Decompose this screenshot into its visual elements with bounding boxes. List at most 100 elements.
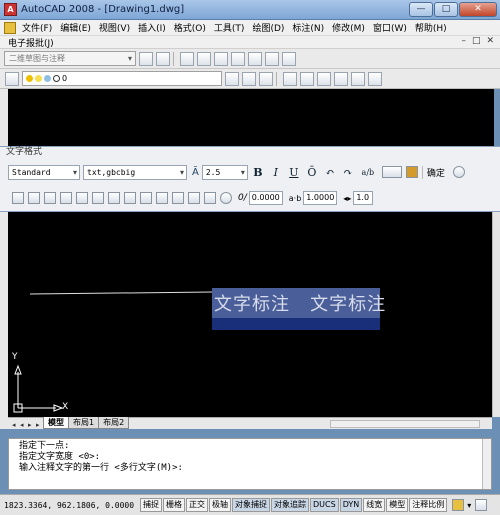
lock-icon[interactable] xyxy=(452,499,465,511)
open-icon[interactable] xyxy=(197,51,211,66)
workspace-save-icon[interactable] xyxy=(156,51,170,66)
line-spacing-icon[interactable] xyxy=(140,192,152,204)
horizontal-scrollbar[interactable] xyxy=(330,420,480,428)
annotative-icon[interactable]: Ā xyxy=(192,167,199,178)
drawing-area-upper[interactable] xyxy=(8,89,494,146)
command-scrollbar[interactable] xyxy=(482,439,491,489)
numbering-icon[interactable] xyxy=(156,192,168,204)
text-color-select[interactable] xyxy=(381,166,402,178)
menu-modify[interactable]: 修改(M) xyxy=(332,21,365,34)
align-right-icon[interactable] xyxy=(92,192,104,204)
layer-previous-icon[interactable] xyxy=(225,71,239,86)
close-button[interactable]: ✕ xyxy=(459,2,497,17)
stack-button[interactable]: a/b xyxy=(358,168,378,177)
workspace-settings-icon[interactable] xyxy=(139,51,153,66)
sheet-set-icon[interactable] xyxy=(334,71,348,86)
properties-icon[interactable] xyxy=(283,71,297,86)
design-center-icon[interactable] xyxy=(300,71,314,86)
insert-field-icon[interactable] xyxy=(172,192,184,204)
document-icon[interactable] xyxy=(4,21,16,34)
layer-manager-icon[interactable] xyxy=(5,71,19,86)
menu-format[interactable]: 格式(O) xyxy=(174,21,206,34)
menu-draw[interactable]: 绘图(D) xyxy=(252,21,284,34)
ortho-toggle[interactable]: 正交 xyxy=(186,498,208,512)
grid-toggle[interactable]: 栅格 xyxy=(163,498,185,512)
paragraph-icon[interactable] xyxy=(44,192,56,204)
overline-button[interactable]: Ō xyxy=(304,166,320,179)
save-icon[interactable] xyxy=(214,51,228,66)
ruler-icon[interactable] xyxy=(405,166,418,178)
tab-model[interactable]: 模型 xyxy=(43,417,69,429)
otrack-toggle[interactable]: 对象追踪 xyxy=(271,498,309,512)
tab-nav-next-icon[interactable]: ▸ xyxy=(28,421,36,429)
lowercase-icon[interactable] xyxy=(204,192,216,204)
underline-button[interactable]: U xyxy=(286,166,302,179)
annotation-text[interactable]: 文字标注 文字标注 xyxy=(214,290,386,316)
dyn-toggle[interactable]: DYN xyxy=(339,498,363,512)
font-select[interactable]: txt,gbcbig xyxy=(83,164,187,180)
tab-nav-prev-icon[interactable]: ◂ xyxy=(20,421,28,429)
undo-button[interactable]: ↶ xyxy=(322,166,338,179)
italic-button[interactable]: I xyxy=(268,166,284,179)
menu-insert[interactable]: 插入(I) xyxy=(138,21,166,34)
lineweight-toggle[interactable]: 线宽 xyxy=(363,498,386,512)
menu-file[interactable]: 文件(F) xyxy=(22,21,52,34)
doc-close-button[interactable]: ✕ xyxy=(486,36,494,46)
clean-screen-icon[interactable] xyxy=(475,499,488,511)
width-factor-field[interactable]: 1.0 xyxy=(353,191,374,205)
options-icon[interactable] xyxy=(452,166,465,178)
tracking-field[interactable]: 1.0000 xyxy=(303,191,338,205)
markup-icon[interactable] xyxy=(351,71,365,86)
oblique-angle-field[interactable]: 0.0000 xyxy=(248,191,283,205)
polar-toggle[interactable]: 极轴 xyxy=(209,498,231,512)
tab-layout1[interactable]: 布局1 xyxy=(68,417,100,429)
command-line[interactable]: 指定下一点: 指定文字宽度 <0>: 输入注释文字的第一行 <多行文字(M)>: xyxy=(8,438,492,490)
columns-icon[interactable] xyxy=(12,192,24,204)
layer-select[interactable]: 0 xyxy=(22,71,222,86)
tab-layout2[interactable]: 布局2 xyxy=(98,417,130,429)
tab-nav-first-icon[interactable]: ◂ xyxy=(12,421,20,429)
drawing-area[interactable]: 文字标注 文字标注 Y X xyxy=(8,212,492,417)
copy-icon[interactable] xyxy=(231,51,245,66)
uppercase-icon[interactable] xyxy=(188,192,200,204)
calculator-icon[interactable] xyxy=(368,71,382,86)
layer-isolate-icon[interactable] xyxy=(259,71,273,86)
model-toggle[interactable]: 模型 xyxy=(386,498,409,512)
coordinates-readout[interactable]: 1823.3364, 962.1806, 0.0000 xyxy=(4,501,140,510)
align-center-icon[interactable] xyxy=(76,192,88,204)
osnap-toggle[interactable]: 对象捕捉 xyxy=(232,498,270,512)
table-icon[interactable] xyxy=(248,51,262,66)
doc-minimize-button[interactable]: – xyxy=(461,36,466,46)
mtext-justification-icon[interactable] xyxy=(28,192,40,204)
pan-icon[interactable] xyxy=(282,51,296,66)
align-left-icon[interactable] xyxy=(60,192,72,204)
text-style-select[interactable]: Standard xyxy=(8,164,80,180)
new-icon[interactable] xyxy=(180,51,194,66)
image-icon[interactable] xyxy=(265,51,279,66)
menu-window[interactable]: 窗口(W) xyxy=(373,21,407,34)
redo-button[interactable]: ↷ xyxy=(340,166,356,179)
menu-edit[interactable]: 编辑(E) xyxy=(60,21,91,34)
ducs-toggle[interactable]: DUCS xyxy=(310,498,339,512)
doc-maximize-button[interactable]: □ xyxy=(472,36,481,46)
maximize-button[interactable]: □ xyxy=(434,2,458,17)
menu-view[interactable]: 视图(V) xyxy=(99,21,130,34)
menu-dimension[interactable]: 标注(N) xyxy=(292,21,324,34)
distribute-icon[interactable] xyxy=(124,192,136,204)
justify-icon[interactable] xyxy=(108,192,120,204)
minimize-button[interactable]: — xyxy=(409,2,433,17)
vertical-scrollbar[interactable] xyxy=(492,212,500,417)
text-height-select[interactable]: 2.5 xyxy=(201,164,248,180)
bold-button[interactable]: B xyxy=(250,166,266,179)
ok-button[interactable]: 确定 xyxy=(421,165,449,179)
menu-tools[interactable]: 工具(T) xyxy=(214,21,245,34)
symbol-icon[interactable] xyxy=(220,192,232,204)
snap-toggle[interactable]: 捕捉 xyxy=(140,498,162,512)
tool-palettes-icon[interactable] xyxy=(317,71,331,86)
menu-help[interactable]: 帮助(H) xyxy=(415,21,447,34)
workspace-select[interactable]: 二维草图与注释 xyxy=(4,51,136,66)
annotation-scale-label[interactable]: 注释比例 xyxy=(409,498,448,512)
menu-e-approval[interactable]: 电子报批(J) xyxy=(8,36,54,49)
layer-state-icon[interactable] xyxy=(242,71,256,86)
status-menu-chevron-down-icon[interactable]: ▾ xyxy=(467,501,471,510)
